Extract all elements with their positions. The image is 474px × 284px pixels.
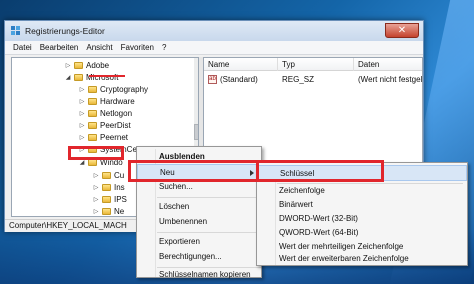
tree-item-peerdist[interactable]: ▷ PeerDist xyxy=(78,120,131,131)
menu-bar: Datei Bearbeiten Ansicht Favoriten ? xyxy=(5,41,423,55)
menu-separator xyxy=(157,197,261,198)
value-name: (Standard) xyxy=(220,75,258,84)
tree-item-label: IPS xyxy=(114,195,127,204)
folder-icon xyxy=(102,208,111,215)
registry-editor-icon xyxy=(11,26,21,36)
microsoft-underline-highlight xyxy=(89,67,125,77)
collapse-arrow-icon[interactable]: ◢ xyxy=(64,74,72,81)
menu-item-rename[interactable]: Umbenennen xyxy=(137,214,261,230)
title-bar[interactable]: Registrierungs-Editor ✕ xyxy=(5,21,423,41)
folder-icon xyxy=(102,184,111,191)
tree-item-installer[interactable]: ▷ Ins xyxy=(92,182,125,193)
expand-arrow-icon[interactable]: ▷ xyxy=(64,62,72,69)
menu-favorites[interactable]: Favoriten xyxy=(121,43,154,52)
expand-arrow-icon[interactable]: ▷ xyxy=(92,196,100,203)
expand-arrow-icon[interactable]: ▷ xyxy=(78,122,86,129)
submenu-item-expandable-string[interactable]: Wert der erweiterbaren Zeichenfolge xyxy=(257,251,467,267)
tree-item-network[interactable]: ▷ Ne xyxy=(92,206,125,216)
tree-item-label: Peernet xyxy=(100,133,129,142)
folder-icon xyxy=(102,196,111,203)
tree-item-netlogon[interactable]: ▷ Netlogon xyxy=(78,108,132,119)
tree-item-ips[interactable]: ▷ IPS xyxy=(92,194,127,205)
expand-arrow-icon[interactable]: ▷ xyxy=(78,110,86,117)
menu-file[interactable]: Datei xyxy=(13,43,32,52)
folder-icon xyxy=(74,62,83,69)
folder-open-icon xyxy=(74,74,83,81)
expand-arrow-icon[interactable]: ▷ xyxy=(92,184,100,191)
tree-item-label: Hardware xyxy=(100,97,135,106)
tree-item-label: PeerDist xyxy=(100,121,131,130)
column-header-name[interactable]: Name xyxy=(204,58,278,71)
tree-item-hardware[interactable]: ▷ Hardware xyxy=(78,96,135,107)
folder-icon xyxy=(88,134,97,141)
tree-item-peernet[interactable]: ▷ Peernet xyxy=(78,132,128,143)
column-header-type[interactable]: Typ xyxy=(278,58,354,71)
tree-item-cryptography[interactable]: ▷ Cryptography xyxy=(78,84,148,95)
folder-icon xyxy=(88,110,97,117)
value-type: REG_SZ xyxy=(282,75,315,84)
folder-icon xyxy=(88,122,97,129)
column-header-data[interactable]: Daten xyxy=(354,58,422,71)
string-value-icon: ab xyxy=(208,75,217,84)
close-button[interactable]: ✕ xyxy=(385,23,419,38)
status-path: Computer\HKEY_LOCAL_MACH xyxy=(9,221,127,230)
tree-item-label: Netlogon xyxy=(100,109,133,118)
menu-separator xyxy=(157,232,261,233)
folder-icon xyxy=(102,172,111,179)
key-highlight-box xyxy=(256,160,384,182)
tree-item-label: Cryptography xyxy=(100,85,149,94)
folder-open-icon xyxy=(88,159,97,166)
expand-arrow-icon[interactable]: ▷ xyxy=(92,208,100,215)
expand-arrow-icon[interactable]: ▷ xyxy=(78,98,86,105)
window-title: Registrierungs-Editor xyxy=(25,26,105,36)
windows-highlight-box xyxy=(68,146,124,160)
menu-help[interactable]: ? xyxy=(162,43,166,52)
menu-edit[interactable]: Bearbeiten xyxy=(40,43,79,52)
expand-arrow-icon[interactable]: ▷ xyxy=(78,86,86,93)
menu-item-delete[interactable]: Löschen xyxy=(137,199,261,215)
tree-item-label: Cu xyxy=(114,171,125,180)
menu-view[interactable]: Ansicht xyxy=(86,43,112,52)
folder-icon xyxy=(88,98,97,105)
menu-item-export[interactable]: Exportieren xyxy=(137,234,261,250)
menu-item-permissions[interactable]: Berechtigungen... xyxy=(137,249,261,265)
new-highlight-box xyxy=(128,160,264,182)
expand-arrow-icon[interactable]: ▷ xyxy=(78,134,86,141)
tree-item-label: Ins xyxy=(114,183,125,192)
list-header: Name Typ Daten xyxy=(204,58,422,71)
expand-arrow-icon[interactable]: ▷ xyxy=(92,172,100,179)
folder-icon xyxy=(88,86,97,93)
value-data: (Wert nicht festgele xyxy=(358,75,422,84)
list-row[interactable]: ab (Standard) REG_SZ (Wert nicht festgel… xyxy=(204,74,422,85)
tree-item-label: Ne xyxy=(114,207,125,216)
collapse-arrow-icon[interactable]: ◢ xyxy=(78,159,86,166)
tree-item-currentversion[interactable]: ▷ Cu xyxy=(92,170,125,181)
menu-item-copy-key-name[interactable]: Schlüsselnamen kopieren xyxy=(137,267,261,283)
